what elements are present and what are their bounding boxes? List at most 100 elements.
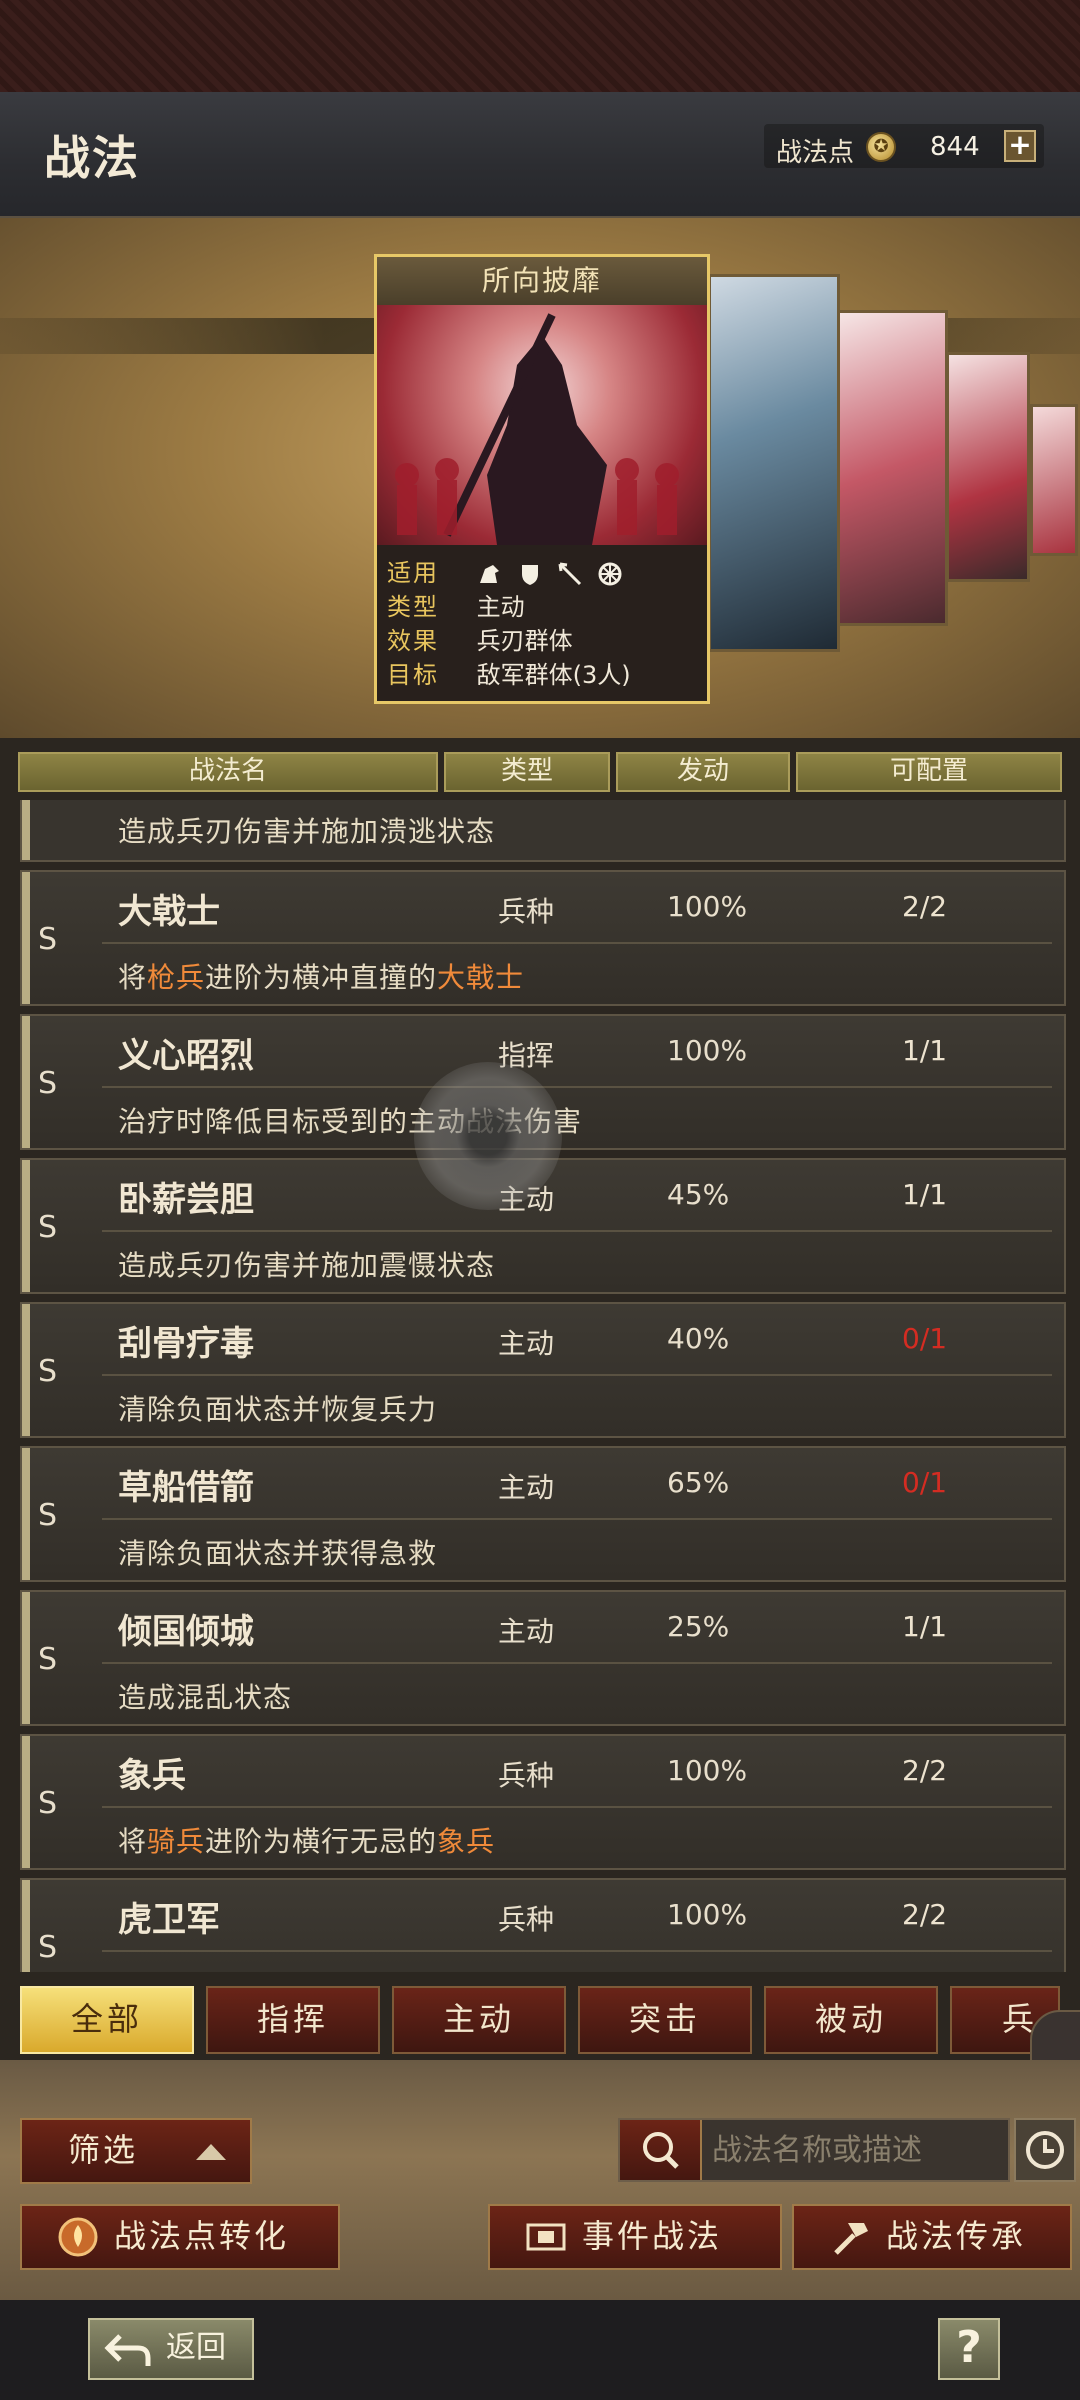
skill-name: 象兵 [118, 1756, 186, 1796]
skill-name: 义心昭烈 [118, 1036, 254, 1076]
return-arrow-icon [104, 2334, 151, 2366]
floating-assist-button[interactable] [414, 1062, 562, 1210]
skill-grade: S [38, 1642, 58, 1677]
list-item[interactable]: S 虎卫军 兵种 100% 2/2 [20, 1878, 1066, 1972]
skill-name: 大戟士 [118, 892, 220, 932]
back-button[interactable]: 返回 [88, 2318, 254, 2380]
skill-description: 造成兵刃伤害并施加震慑状态 [118, 1244, 495, 1284]
column-header-type[interactable]: 类型 [444, 752, 610, 792]
row-divider [102, 1374, 1052, 1376]
event-skills-label: 事件战法 [582, 2217, 723, 2255]
row-divider [102, 1086, 1052, 1088]
skill-description: 将骑兵进阶为横行无忌的象兵 [118, 1820, 495, 1860]
search-button[interactable] [620, 2120, 702, 2180]
tab-all[interactable]: 全部 [20, 1986, 194, 2054]
skill-card-selected[interactable]: 所向披靡 适用 类型 主动 效果 兵刃群体 目标 敌军群体(3人) [374, 254, 710, 704]
category-tabs: 全部 指挥 主动 突击 被动 兵 [0, 1980, 1080, 2060]
hammer-icon [834, 2223, 868, 2255]
triangle-up-icon [196, 2144, 226, 2160]
coin-icon: ✪ [866, 132, 896, 162]
card-effect-row: 效果 兵刃群体 [387, 621, 573, 655]
convert-points-label: 战法点转化 [114, 2217, 290, 2255]
event-skills-button[interactable]: 事件战法 [488, 2204, 782, 2270]
skill-card-preview[interactable] [708, 274, 840, 652]
target-value: 敌军群体(3人) [476, 661, 631, 689]
cavalry-icon [479, 565, 499, 583]
list-item[interactable]: 造成兵刃伤害并施加溃逃状态 [20, 800, 1066, 862]
flame-coin-icon [58, 2217, 98, 2257]
skill-inherit-label: 战法传承 [886, 2217, 1027, 2255]
skill-name: 刮骨疗毒 [118, 1324, 254, 1364]
desc-text: 将 [118, 961, 148, 994]
card-title: 所向披靡 [377, 257, 707, 305]
skill-rate: 45% [667, 1178, 730, 1211]
skill-quota: 2/2 [902, 1898, 948, 1931]
convert-points-button[interactable]: 战法点转化 [20, 2204, 340, 2270]
list-item[interactable]: S 刮骨疗毒 主动 40% 0/1 清除负面状态并恢复兵力 [20, 1302, 1066, 1438]
card-info-panel: 适用 类型 主动 效果 兵刃群体 目标 敌军群体(3人) [377, 545, 707, 701]
skill-quota: 0/1 [902, 1466, 948, 1499]
skill-card-preview[interactable] [836, 310, 948, 626]
scroll-icon [526, 2223, 566, 2251]
skill-name: 虎卫军 [118, 1900, 220, 1940]
desc-text: 造成混乱状态 [118, 1681, 293, 1714]
skill-list[interactable]: 造成兵刃伤害并施加溃逃状态 S 大戟士 兵种 100% 2/2 将枪兵进阶为横冲直撞的大戟… [0, 800, 1080, 1972]
add-points-button[interactable]: + [1004, 130, 1036, 162]
list-item[interactable]: S 大戟士 兵种 100% 2/2 将枪兵进阶为横冲直撞的大戟士 [20, 870, 1066, 1006]
tab-assault[interactable]: 突击 [578, 1986, 752, 2054]
filter-button[interactable]: 筛选 [20, 2118, 252, 2184]
history-button[interactable] [1014, 2118, 1076, 2182]
skill-name: 倾国倾城 [118, 1612, 254, 1652]
back-label: 返回 [166, 2330, 226, 2365]
skill-description: 将枪兵进阶为横冲直撞的大戟士 [118, 956, 524, 996]
applicable-label: 适用 [387, 559, 439, 587]
desc-text: 进阶为横行无忌的 [205, 1825, 438, 1858]
card-artwork [377, 305, 707, 545]
skill-type: 主动 [498, 1615, 555, 1648]
highlight-text: 大戟士 [437, 961, 525, 994]
skill-rate: 65% [667, 1466, 730, 1499]
search-box [618, 2118, 1010, 2182]
skill-description: 造成混乱状态 [118, 1676, 292, 1716]
type-value: 主动 [476, 593, 525, 621]
search-input[interactable] [712, 2124, 1002, 2176]
tab-passive[interactable]: 被动 [764, 1986, 938, 2054]
desc-text: 造成兵刃伤害并施加震慑状态 [118, 1249, 496, 1282]
skill-quota: 0/1 [902, 1322, 948, 1355]
skill-rate: 100% [667, 1754, 748, 1787]
card-applicable-row: 适用 [387, 553, 623, 587]
skill-inherit-button[interactable]: 战法传承 [792, 2204, 1072, 2270]
skill-grade: S [38, 1066, 58, 1101]
skill-quota: 1/1 [902, 1034, 948, 1067]
column-header-rate[interactable]: 发动 [616, 752, 790, 792]
tab-command[interactable]: 指挥 [206, 1986, 380, 2054]
skill-rate: 25% [667, 1610, 730, 1643]
skill-quota: 2/2 [902, 1754, 948, 1787]
list-item[interactable]: S 象兵 兵种 100% 2/2 将骑兵进阶为横行无忌的象兵 [20, 1734, 1066, 1870]
desc-text: 清除负面状态并获得急救 [118, 1537, 438, 1570]
help-button[interactable]: ? [938, 2318, 1000, 2380]
skill-rate: 100% [667, 1898, 748, 1931]
highlight-text: 枪兵 [147, 961, 206, 994]
skill-type: 兵种 [498, 895, 555, 928]
target-label: 目标 [387, 661, 439, 689]
list-item[interactable]: S 倾国倾城 主动 25% 1/1 造成混乱状态 [20, 1590, 1066, 1726]
skill-rate: 40% [667, 1322, 730, 1355]
highlight-text: 象兵 [437, 1825, 496, 1858]
effect-label: 效果 [387, 627, 439, 655]
list-item[interactable]: S 草船借箭 主动 65% 0/1 清除负面状态并获得急救 [20, 1446, 1066, 1582]
skill-card-preview[interactable] [1030, 404, 1078, 556]
effect-value: 兵刃群体 [476, 627, 573, 655]
skill-description: 清除负面状态并获得急救 [118, 1532, 437, 1572]
row-divider [102, 1518, 1052, 1520]
desc-text: 进阶为横冲直撞的 [205, 961, 438, 994]
skill-description: 造成兵刃伤害并施加溃逃状态 [118, 815, 496, 848]
column-header-quota[interactable]: 可配置 [796, 752, 1062, 792]
column-header-name[interactable]: 战法名 [18, 752, 438, 792]
skill-card-preview[interactable] [946, 352, 1030, 582]
skill-quota: 1/1 [902, 1178, 948, 1211]
tab-active[interactable]: 主动 [392, 1986, 566, 2054]
skill-type: 兵种 [498, 1759, 555, 1792]
warrior-silhouette-icon [395, 313, 679, 545]
footer-bar: 返回 ? [0, 2300, 1080, 2400]
